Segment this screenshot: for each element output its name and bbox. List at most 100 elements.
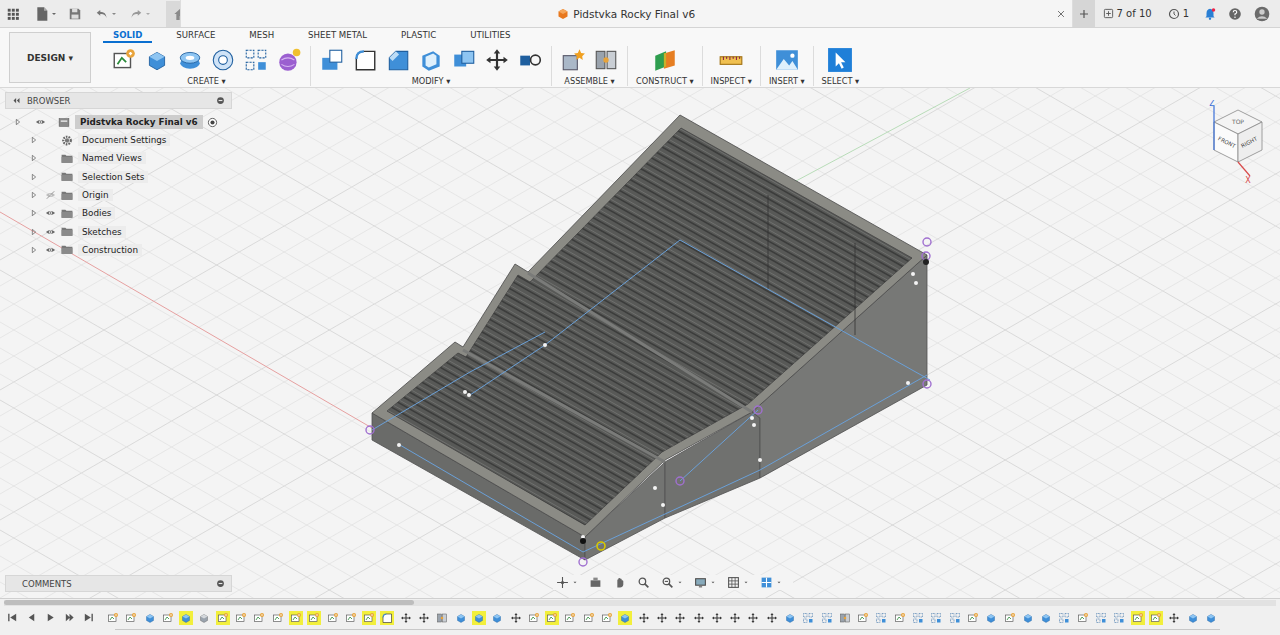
timeline-feature[interactable] <box>179 611 193 625</box>
timeline-feature[interactable] <box>307 611 321 625</box>
timeline-feature[interactable] <box>582 611 596 625</box>
timeline-feature[interactable] <box>637 611 651 625</box>
viewports-icon[interactable] <box>760 576 773 589</box>
timeline-feature[interactable] <box>234 611 248 625</box>
timeline-feature[interactable] <box>856 611 870 625</box>
tool-group-label[interactable]: SELECT ▾ <box>822 76 860 86</box>
toolbar-tab[interactable]: SHEET METAL <box>298 29 377 43</box>
view-cube-label[interactable]: Z <box>1209 100 1215 108</box>
fast-forward-icon[interactable] <box>83 612 94 623</box>
eye-icon[interactable] <box>44 227 57 237</box>
timeline-feature[interactable] <box>143 611 157 625</box>
timeline-scrollbar[interactable] <box>4 600 1276 606</box>
step-forward-icon[interactable] <box>64 612 75 623</box>
app-grid-icon[interactable] <box>6 7 20 21</box>
collapse-panel-icon[interactable] <box>12 96 21 105</box>
extrude-tool-icon[interactable] <box>144 47 170 73</box>
panel-toggle-icon[interactable] <box>216 579 225 588</box>
select-tool-icon[interactable] <box>827 47 853 73</box>
play-icon[interactable] <box>45 612 56 623</box>
timeline-feature[interactable] <box>527 611 541 625</box>
timeline-feature[interactable] <box>765 611 779 625</box>
timeline-feature[interactable] <box>673 611 687 625</box>
timeline-feature[interactable] <box>1167 611 1181 625</box>
browser-root-row[interactable]: Pidstvka Rocky Final v6 <box>5 113 232 131</box>
plane-tool-icon[interactable] <box>652 47 678 73</box>
tool-group-label[interactable]: CONSTRUCT ▾ <box>636 76 694 86</box>
timeline-feature[interactable] <box>161 611 175 625</box>
dropdown-icon[interactable] <box>572 576 578 589</box>
fillet-tool-icon[interactable] <box>352 47 378 73</box>
timeline-feature[interactable] <box>344 611 358 625</box>
rewind-icon[interactable] <box>7 612 18 623</box>
timeline-feature[interactable] <box>783 611 797 625</box>
dropdown-icon[interactable] <box>743 576 749 589</box>
expand-arrow-icon[interactable] <box>30 191 38 199</box>
toolbar-tab[interactable]: UTILITIES <box>460 29 520 43</box>
jobs-status[interactable]: 7 of 10 <box>1095 8 1164 19</box>
toolbar-tab[interactable]: SURFACE <box>166 29 225 43</box>
dropdown-icon[interactable] <box>110 7 118 21</box>
timeline-feature[interactable] <box>692 611 706 625</box>
file-icon[interactable] <box>34 6 50 22</box>
dropdown-icon[interactable] <box>144 7 152 21</box>
new-tab-button[interactable] <box>1073 0 1095 27</box>
dropdown-icon[interactable] <box>50 7 58 21</box>
toolbar-tab[interactable]: PLASTIC <box>391 29 446 43</box>
toolbar-tab[interactable]: SOLID <box>103 29 152 43</box>
timeline-feature[interactable] <box>1204 611 1218 625</box>
view-cube-label[interactable]: RIGHT <box>1240 135 1259 148</box>
timeline-feature[interactable] <box>509 611 523 625</box>
joint-tool-icon[interactable] <box>593 47 619 73</box>
redo-icon[interactable] <box>128 7 144 21</box>
toolbar-tab[interactable]: MESH <box>239 29 284 43</box>
scrollbar-thumb[interactable] <box>4 600 414 605</box>
browser-item[interactable]: Document Settings <box>5 131 232 149</box>
view-cube-label[interactable]: FRONT <box>1217 135 1237 149</box>
timeline-feature[interactable] <box>746 611 760 625</box>
timeline-feature[interactable] <box>984 611 998 625</box>
timeline-feature[interactable] <box>728 611 742 625</box>
save-icon[interactable] <box>68 7 82 21</box>
timeline-feature[interactable] <box>618 611 632 625</box>
timeline-feature[interactable] <box>1076 611 1090 625</box>
timeline-feature[interactable] <box>252 611 266 625</box>
timeline-feature[interactable] <box>820 611 834 625</box>
dropdown-icon[interactable] <box>776 576 782 589</box>
expand-arrow-icon[interactable] <box>30 228 38 236</box>
timeline-feature[interactable] <box>1112 611 1126 625</box>
timeline-feature[interactable] <box>417 611 431 625</box>
move-tool-icon[interactable] <box>484 47 510 73</box>
timeline-feature[interactable] <box>1021 611 1035 625</box>
expand-arrow-icon[interactable] <box>30 173 38 181</box>
document-tab[interactable]: Pidstvka Rocky Final v6 <box>180 0 1073 27</box>
measure-tool-icon[interactable] <box>718 47 744 73</box>
view-cube-label[interactable]: X <box>1245 176 1251 185</box>
timeline-feature[interactable] <box>124 611 138 625</box>
timeline-feature[interactable] <box>1057 611 1071 625</box>
sketch-tool-icon[interactable] <box>111 47 137 73</box>
timeline-feature[interactable] <box>1003 611 1017 625</box>
revolve-tool-icon[interactable] <box>177 47 203 73</box>
tool-group-label[interactable]: CREATE ▾ <box>187 76 225 86</box>
timeline-feature[interactable] <box>454 611 468 625</box>
chamfer-tool-icon[interactable] <box>385 47 411 73</box>
timeline-feature[interactable] <box>911 611 925 625</box>
timeline-feature[interactable] <box>435 611 449 625</box>
notifications-status[interactable]: 1 <box>1164 8 1203 20</box>
eye-hidden-icon[interactable] <box>44 190 57 200</box>
view-cube-label[interactable]: TOP <box>1231 118 1244 125</box>
timeline-feature[interactable] <box>380 611 394 625</box>
timeline-feature[interactable] <box>893 611 907 625</box>
browser-item[interactable]: Sketches <box>5 222 232 240</box>
combine-tool-icon[interactable] <box>451 47 477 73</box>
tool-group-label[interactable]: INSERT ▾ <box>769 76 805 86</box>
zoom-icon[interactable] <box>637 576 650 589</box>
eye-icon[interactable] <box>44 208 57 218</box>
browser-item[interactable]: Origin <box>5 186 232 204</box>
timeline-feature[interactable] <box>1039 611 1053 625</box>
hole-tool-icon[interactable] <box>210 47 236 73</box>
timeline-feature[interactable] <box>106 611 120 625</box>
help-icon[interactable] <box>1228 7 1242 21</box>
bell-icon[interactable] <box>1203 7 1217 21</box>
